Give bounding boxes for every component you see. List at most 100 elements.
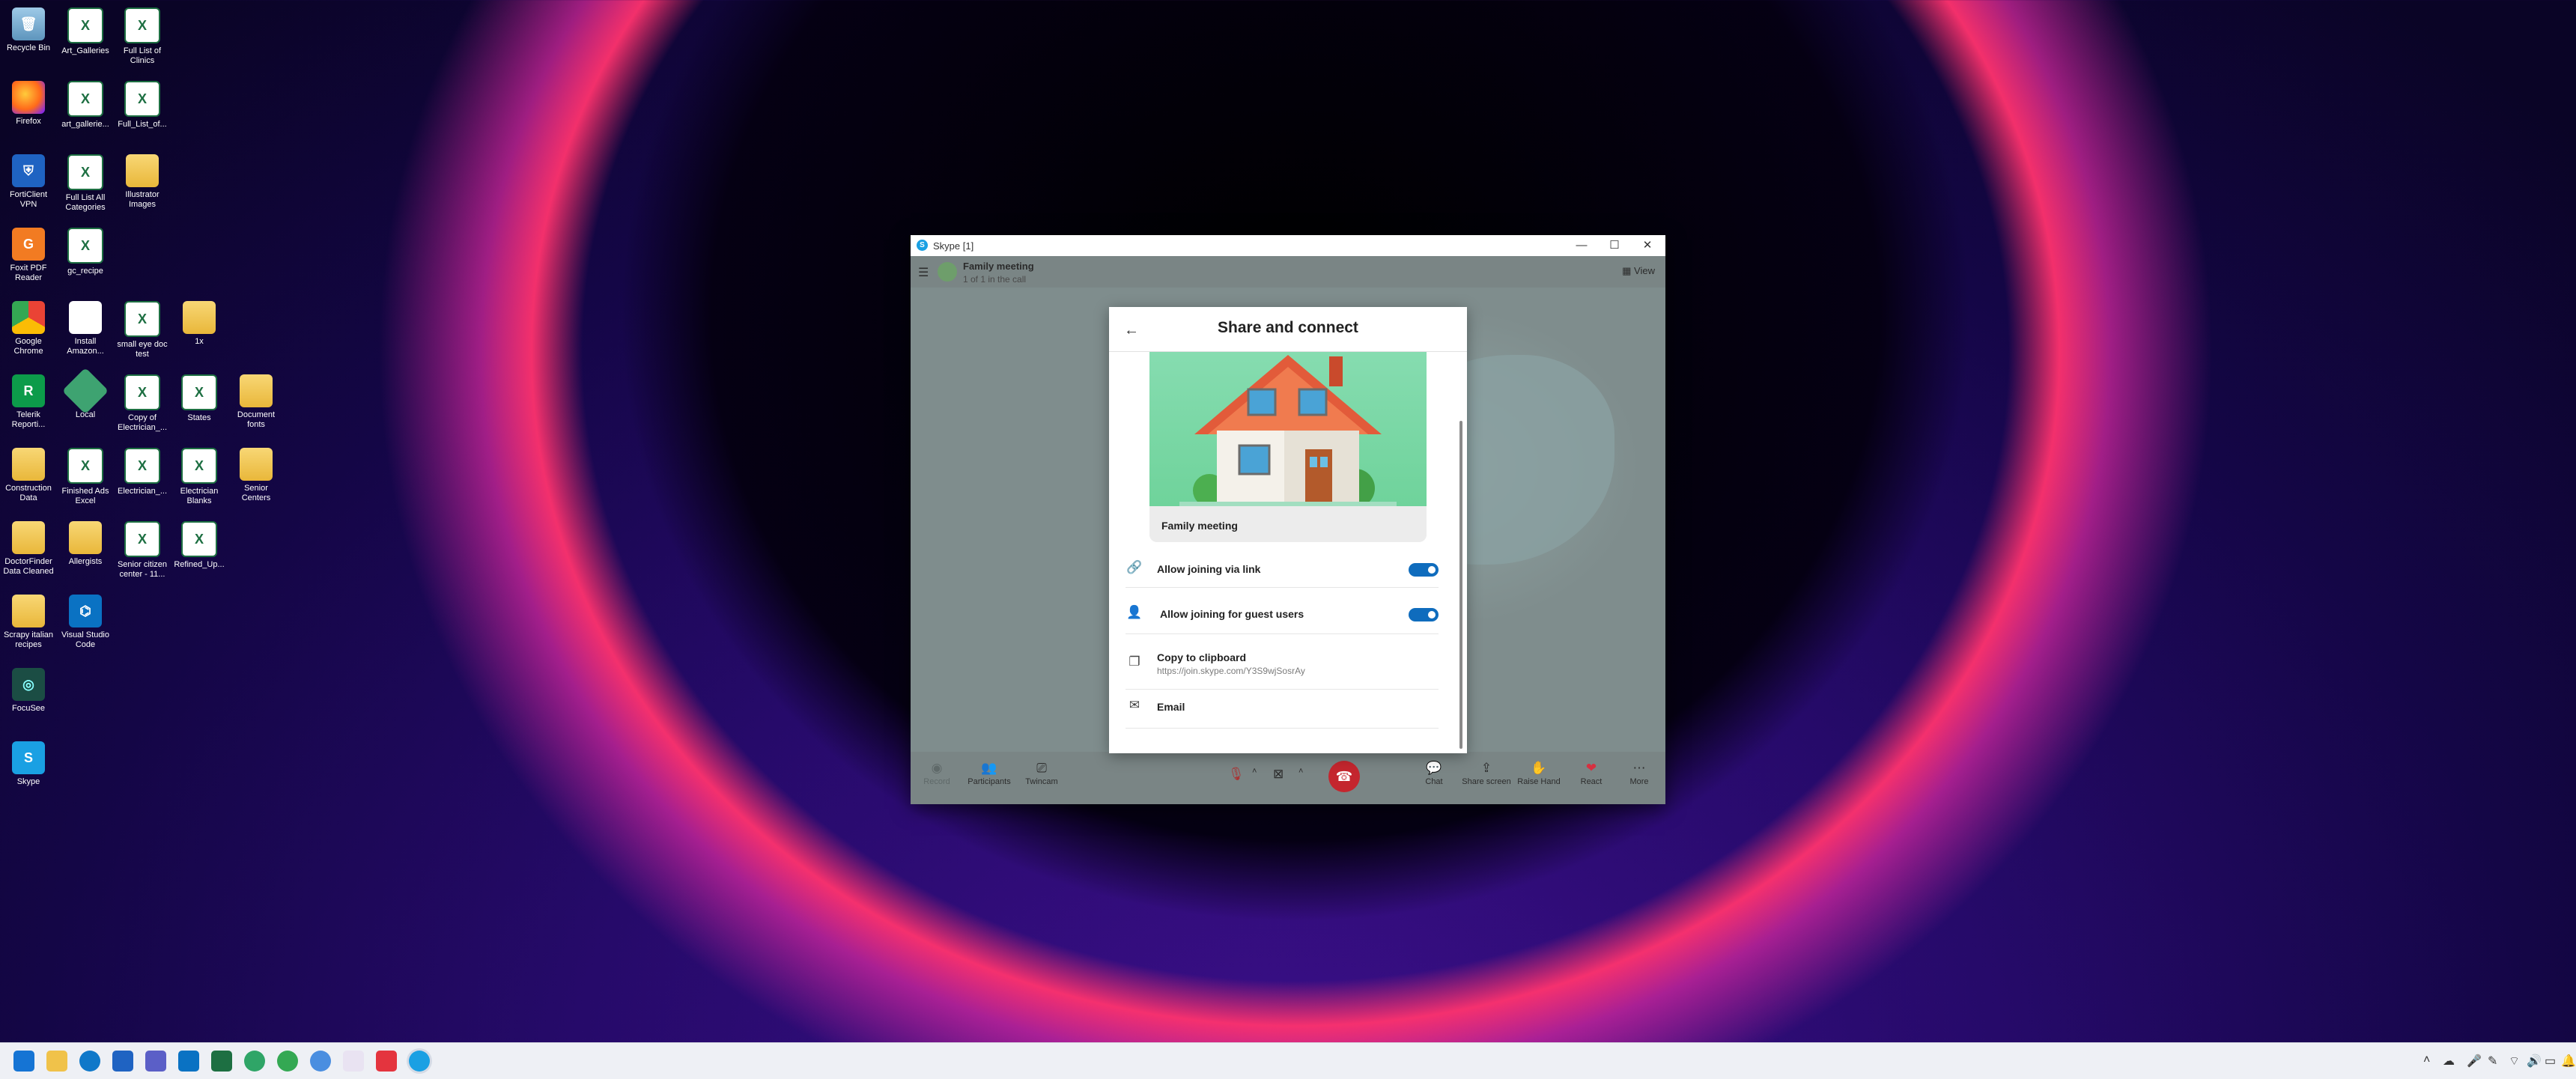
excel-icon: X [181, 374, 217, 410]
chrome-profile-icon[interactable] [277, 1051, 298, 1072]
desktop-file-icon[interactable]: X Senior citizen center - 11... [115, 521, 169, 580]
forticlient-shortcut[interactable]: ⛨ FortiClient VPN [1, 154, 55, 210]
desktop-folder-icon[interactable]: Senior Centers [229, 448, 283, 503]
folder-icon [183, 301, 216, 334]
desktop-folder-icon[interactable]: Document fonts [229, 374, 283, 430]
email-row[interactable]: ✉ Email [1126, 698, 1439, 716]
more-button[interactable]: ⋯ More [1613, 759, 1665, 786]
divider [1126, 633, 1439, 634]
excel-icon: X [67, 228, 103, 264]
raise-hand-button[interactable]: ✋ Raise Hand [1513, 759, 1565, 786]
hamburger-menu-icon[interactable]: ☰ [918, 265, 929, 280]
twincam-button[interactable]: ⎚ Twincam [1015, 759, 1068, 786]
chat-button[interactable]: 💬 Chat [1408, 759, 1460, 786]
allow-joining-link-row[interactable]: 🔗 Allow joining via link [1126, 560, 1439, 578]
desktop-file-icon[interactable]: X Full List All Categories [58, 154, 112, 213]
view-button[interactable]: ▦ View [1622, 265, 1655, 277]
chrome-shortcut[interactable]: Google Chrome [1, 301, 55, 356]
skype-shortcut[interactable]: S Skype [1, 741, 55, 787]
more-dots-icon: ⋯ [1632, 761, 1646, 775]
desktop-file-icon[interactable]: X Refined_Up... [172, 521, 226, 570]
excel-icon: X [67, 448, 103, 484]
excel-taskbar-icon[interactable] [211, 1051, 232, 1072]
desktop-file-icon[interactable]: X Electrician_... [115, 448, 169, 496]
show-hidden-icons-chevron-icon[interactable]: ˄ [2423, 1054, 2430, 1067]
chrome-profile-icon[interactable] [244, 1051, 265, 1072]
wifi-icon[interactable]: ⌔ [2509, 1054, 2520, 1069]
skype-taskbar-icon[interactable] [409, 1051, 430, 1072]
maximize-button[interactable]: ☐ [1607, 238, 1622, 253]
close-button[interactable]: ✕ [1640, 238, 1655, 253]
desktop-file-icon[interactable]: X Art_Galleries [58, 7, 112, 56]
vscode-taskbar-icon[interactable] [178, 1051, 199, 1072]
chrome-profile-icon[interactable] [310, 1051, 331, 1072]
desktop-folder-icon[interactable]: Illustrator Images [115, 154, 169, 210]
vscode-shortcut[interactable]: ⌬ Visual Studio Code [58, 595, 112, 650]
desktop-folder-icon[interactable]: Scrapy italian recipes [1, 595, 55, 650]
file-icon [69, 301, 102, 334]
desktop-folder-icon[interactable]: Construction Data [1, 448, 55, 503]
camera-off-icon[interactable]: ⊠ [1273, 767, 1284, 782]
foxit-icon: G [12, 228, 45, 261]
foxit-shortcut[interactable]: G Foxit PDF Reader [1, 228, 55, 283]
divider [1126, 689, 1439, 690]
focusee-shortcut[interactable]: ◎ FocuSee [1, 668, 55, 714]
share-screen-button[interactable]: ⇪ Share screen [1460, 759, 1513, 786]
call-name[interactable]: Family meeting [963, 261, 1034, 272]
call-controls: ◉ Record 👥 Participants ⎚ Twincam 🎙 ˄ ⊠ ˄ ☎… [911, 752, 1665, 804]
call-participant-count: 1 of 1 in the call [963, 274, 1027, 285]
battery-icon[interactable]: ▭ [2545, 1054, 2556, 1069]
desktop-file-icon[interactable]: Xsmall eye doc test [115, 301, 169, 359]
dialog-scrollbar[interactable] [1459, 421, 1462, 749]
copy-to-clipboard-row[interactable]: ❐ Copy to clipboard https://join.skype.c… [1126, 648, 1439, 681]
mic-muted-icon[interactable]: 🎙 [1228, 767, 1245, 782]
notification-bell-icon[interactable]: 🔔 [2561, 1054, 2576, 1069]
participants-button[interactable]: 👥 Participants [963, 759, 1015, 786]
desktop-folder-icon[interactable]: Allergists [58, 521, 112, 567]
desktop-file-icon[interactable]: Install Amazon... [58, 301, 112, 356]
microphone-icon[interactable]: 🎤 [2467, 1054, 2482, 1069]
telerik-shortcut[interactable]: R Telerik Reporti... [1, 374, 55, 430]
desktop-file-icon[interactable]: X Electrician Blanks [172, 448, 226, 506]
start-windows-icon[interactable] [13, 1051, 34, 1072]
group-avatar[interactable] [938, 262, 957, 282]
camera-options-chevron-icon[interactable]: ˄ [1298, 767, 1303, 776]
local-shortcut[interactable]: Local [58, 367, 112, 420]
file-explorer-icon[interactable] [46, 1051, 67, 1072]
folder-icon [12, 521, 45, 554]
window-titlebar[interactable]: S Skype [1] — ☐ ✕ [911, 235, 1665, 256]
cloud-icon[interactable]: ☁ [2443, 1054, 2455, 1069]
share-and-connect-dialog: ← Share and connect Family meeting 🔗 All… [1109, 307, 1467, 753]
volume-icon[interactable]: 🔊 [2527, 1054, 2542, 1069]
desktop-file-icon[interactable]: X Full List of Clinics [115, 7, 169, 66]
minimize-button[interactable]: — [1574, 238, 1589, 253]
firefox-shortcut[interactable]: Firefox [1, 81, 55, 127]
allow-joining-link-toggle[interactable] [1409, 563, 1439, 577]
teams-icon[interactable] [145, 1051, 166, 1072]
recycle-bin-icon[interactable]: 🗑 Recycle Bin [1, 7, 55, 53]
desktop-file-icon[interactable]: X Copy of Electrician_... [115, 374, 169, 433]
react-button[interactable]: ❤ React [1565, 759, 1617, 786]
chrome-icon [12, 301, 45, 334]
desktop-file-icon[interactable]: Xart_gallerie... [58, 81, 112, 130]
edge-icon[interactable] [79, 1051, 100, 1072]
desktop-file-icon[interactable]: Xgc_recipe [58, 228, 112, 276]
outlook-icon[interactable] [112, 1051, 133, 1072]
allow-guest-users-row[interactable]: 👤 Allow joining for guest users [1126, 605, 1439, 623]
excel-icon: X [124, 7, 160, 43]
folder-icon [126, 154, 159, 187]
clipboard-icon: ❐ [1128, 654, 1140, 669]
mic-options-chevron-icon[interactable]: ˄ [1252, 767, 1257, 776]
excel-icon: X [124, 81, 160, 117]
desktop-folder-icon[interactable]: DoctorFinder Data Cleaned [1, 521, 55, 577]
desktop-file-icon[interactable]: X States [172, 374, 226, 423]
desktop-file-icon[interactable]: X Full_List_of... [115, 81, 169, 130]
pen-icon[interactable]: ✎ [2488, 1054, 2497, 1069]
pdf-reader-icon[interactable] [376, 1051, 397, 1072]
end-call-button[interactable]: ☎ [1328, 761, 1360, 792]
allow-guest-users-toggle[interactable] [1409, 608, 1439, 621]
record-button[interactable]: ◉ Record [911, 759, 963, 786]
desktop-file-icon[interactable]: X Finished Ads Excel [58, 448, 112, 506]
desktop-folder-icon[interactable]: 1x [172, 301, 226, 347]
snipping-tool-icon[interactable] [343, 1051, 364, 1072]
